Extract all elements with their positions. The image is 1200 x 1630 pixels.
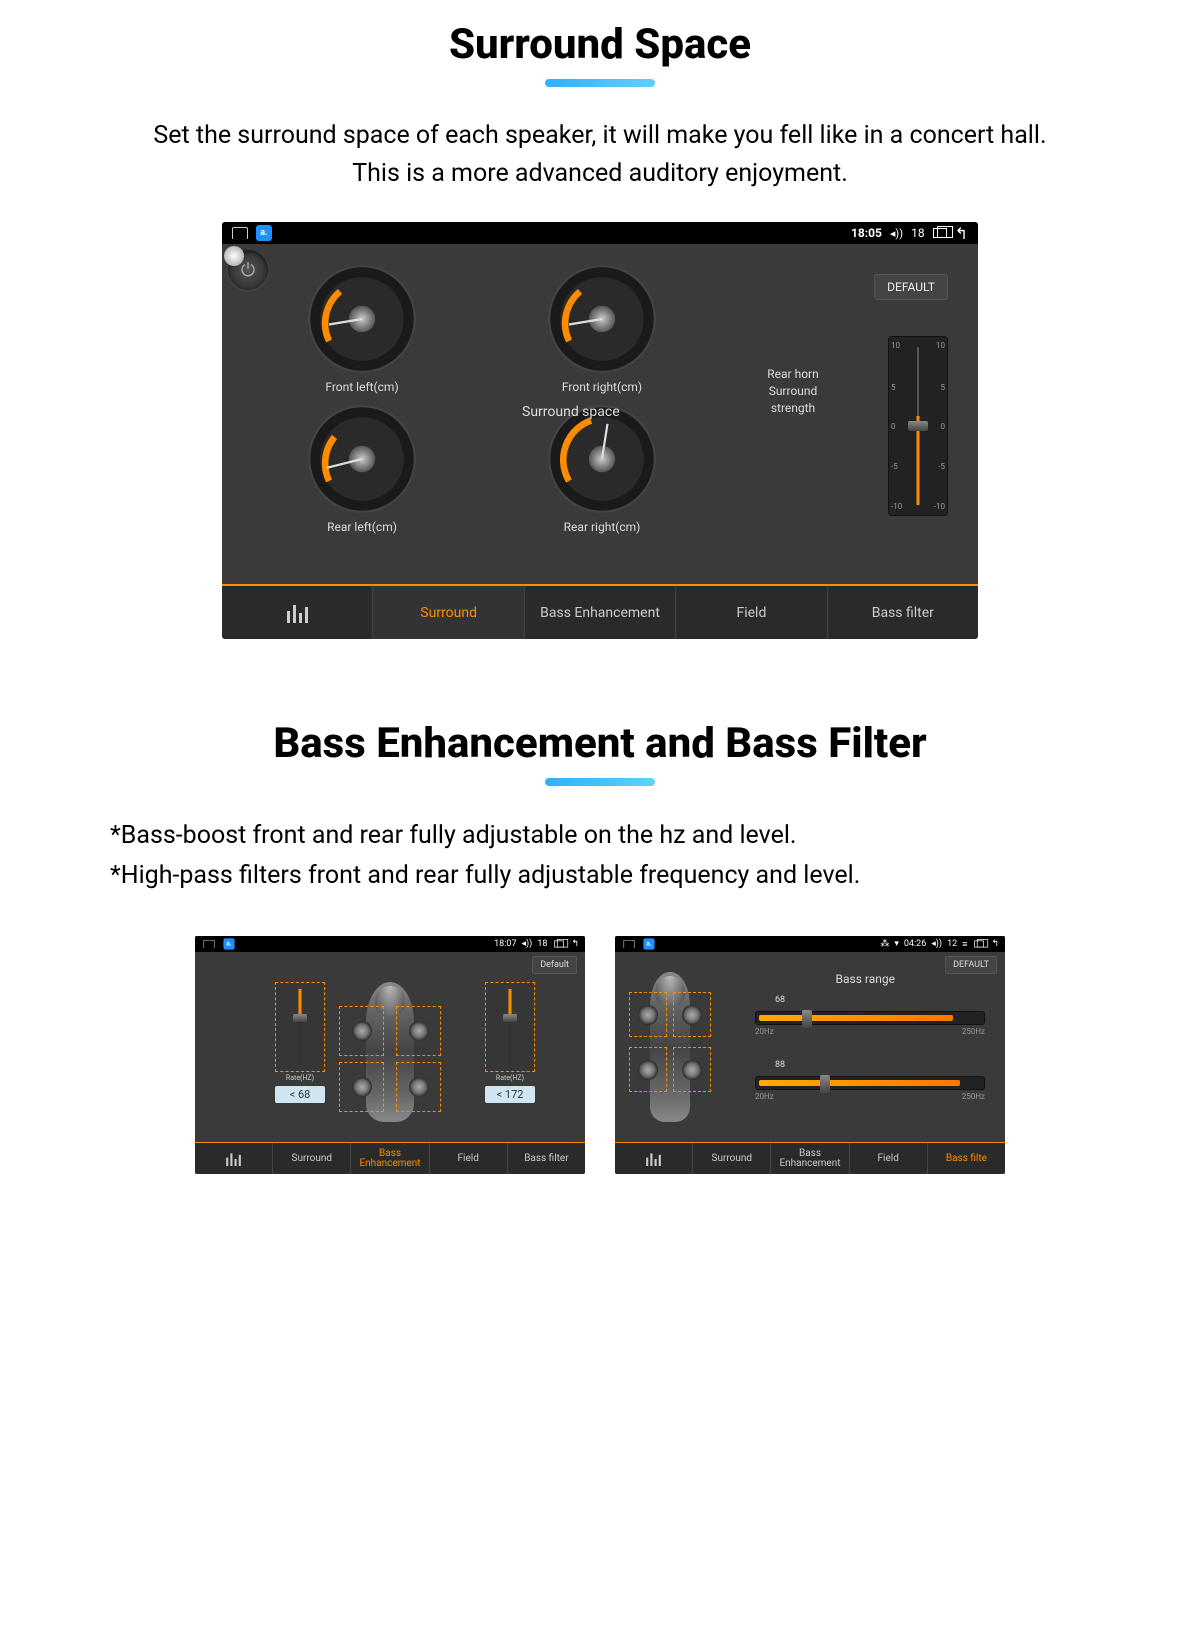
sm1-val-right: < 172	[485, 1086, 535, 1103]
tab-equalizer[interactable]	[615, 1143, 693, 1174]
slider2-value: 88	[775, 1060, 785, 1070]
back-icon[interactable]: ↰	[571, 939, 579, 949]
volume-icon[interactable]: ◂))	[931, 939, 942, 949]
slider2-max: 250Hz	[962, 1092, 985, 1101]
app-icon[interactable]: a.	[256, 225, 272, 241]
sm1-default-button[interactable]: Default	[532, 956, 577, 974]
horn-label: Rear horn Surround strength	[758, 316, 828, 416]
gauge-front-left[interactable]	[307, 264, 417, 374]
main-device: a. 18:05 ◂)) 18 ↰ ⏻	[222, 222, 978, 639]
gauge-rear-left[interactable]	[307, 404, 417, 514]
status-time: 18:05	[851, 226, 882, 240]
app-icon[interactable]: a.	[223, 938, 234, 949]
bluetooth-icon: ⁂	[880, 939, 889, 949]
gauge-rear-right[interactable]	[547, 404, 657, 514]
tab-bass-filter[interactable]: Bass filter	[508, 1143, 585, 1174]
gauge-fl-label: Front left(cm)	[302, 380, 422, 394]
rate-label: Rate(HZ)	[485, 1074, 535, 1082]
tab-field[interactable]: Field	[430, 1143, 508, 1174]
section1-desc: Set the surround space of each speaker, …	[80, 117, 1120, 192]
surround-space-label: Surround space	[522, 404, 620, 420]
multitask-icon[interactable]	[933, 228, 947, 238]
volume-icon[interactable]: ◂))	[522, 939, 533, 949]
bass-range-slider-2[interactable]: 88 20Hz 250Hz	[755, 1072, 985, 1112]
sm1-statusbar: a. 18:07 ◂)) 18 ↰	[195, 936, 585, 952]
tab-bass-enhancement[interactable]: Bass Enhancement	[771, 1143, 849, 1174]
tab-bass-enhancement[interactable]: Bass Enhancement	[525, 586, 676, 639]
bass-range-label: Bass range	[836, 972, 895, 986]
gauge-rl-label: Rear left(cm)	[302, 520, 422, 534]
slider1-max: 250Hz	[962, 1027, 985, 1036]
volume-icon[interactable]: ◂))	[890, 227, 903, 240]
underline-decor-2	[545, 778, 655, 786]
gauge-front-right[interactable]	[547, 264, 657, 374]
section2-line1: *Bass-boost front and rear fully adjusta…	[110, 816, 1120, 856]
default-button[interactable]: DEFAULT	[874, 274, 948, 300]
home-icon[interactable]	[203, 940, 214, 948]
sm1-left-slider[interactable]: Rate(HZ) < 68	[275, 982, 325, 1112]
underline-decor	[545, 79, 655, 87]
slider1-min: 20Hz	[755, 1027, 774, 1036]
sm2-statusbar: a. ⁂ ▾ 04:26 ◂)) 12 ≡ ↰	[615, 936, 1005, 952]
back-icon[interactable]: ↰	[955, 224, 968, 243]
tab-bar: Surround Bass Enhancement Field Bass fil…	[222, 584, 978, 639]
bass-range-slider-1[interactable]: 68 20Hz 250Hz	[755, 1007, 985, 1047]
horn-strength-slider[interactable]: 10 10 5 5 0 0 -5 -5 -10 -10	[888, 336, 948, 516]
sm1-time: 18:07	[494, 939, 516, 949]
status-bar: a. 18:05 ◂)) 18 ↰	[222, 222, 978, 244]
device-bass-filter: a. ⁂ ▾ 04:26 ◂)) 12 ≡ ↰ DEFAULT	[615, 936, 1005, 1174]
sm1-val-left: < 68	[275, 1086, 325, 1103]
multitask-icon[interactable]	[975, 941, 985, 948]
sm2-vol: 12	[947, 939, 957, 949]
rate-label: Rate(HZ)	[275, 1074, 325, 1082]
app-icon[interactable]: a.	[643, 938, 654, 949]
status-volume: 18	[911, 226, 925, 240]
wifi-icon: ▾	[894, 939, 899, 949]
slider1-value: 68	[775, 995, 785, 1005]
sm1-vol: 18	[537, 939, 547, 949]
section1-title: Surround Space	[80, 20, 1120, 69]
tab-equalizer[interactable]	[222, 586, 373, 639]
tab-surround[interactable]: Surround	[693, 1143, 771, 1174]
tab-bass-enhancement[interactable]: Bass Enhancement	[351, 1143, 429, 1174]
tab-surround[interactable]: Surround	[273, 1143, 351, 1174]
device-bass-enhancement: a. 18:07 ◂)) 18 ↰ Default Rate(HZ) < 68	[195, 936, 585, 1174]
menu-icon[interactable]: ≡	[962, 939, 967, 950]
section2-line2: *High-pass filters front and rear fully …	[110, 856, 1120, 896]
equalizer-icon	[287, 603, 308, 623]
gauge-rr-label: Rear right(cm)	[542, 520, 662, 534]
tab-bass-filter[interactable]: Bass filte	[928, 1143, 1005, 1174]
home-icon[interactable]	[623, 940, 634, 948]
tab-bass-filter[interactable]: Bass filter	[828, 586, 978, 639]
tab-equalizer[interactable]	[195, 1143, 273, 1174]
sm2-time: 04:26	[904, 939, 926, 949]
tab-field[interactable]: Field	[676, 586, 827, 639]
sm1-right-slider[interactable]: Rate(HZ) < 172	[485, 982, 535, 1112]
home-icon[interactable]	[232, 227, 248, 239]
tab-surround[interactable]: Surround	[373, 586, 524, 639]
section2-title: Bass Enhancement and Bass Filter	[80, 719, 1120, 768]
gauge-fr-label: Front right(cm)	[542, 380, 662, 394]
slider2-min: 20Hz	[755, 1092, 774, 1101]
sm2-default-button[interactable]: DEFAULT	[945, 956, 997, 974]
tab-field[interactable]: Field	[850, 1143, 928, 1174]
back-icon[interactable]: ↰	[991, 939, 999, 949]
power-button[interactable]: ⏻	[228, 250, 268, 290]
multitask-icon[interactable]	[555, 941, 565, 948]
